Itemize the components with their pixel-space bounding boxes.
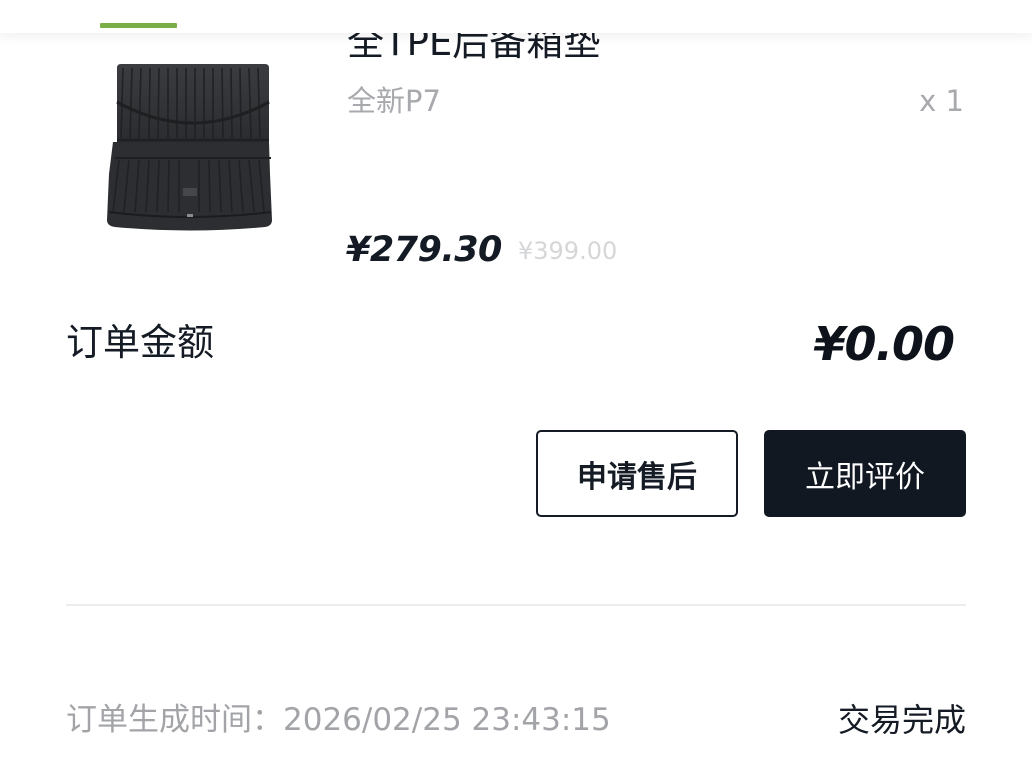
active-tab-indicator	[100, 23, 177, 28]
top-nav-bar	[0, 0, 1032, 33]
product-variant: 全新P7	[347, 84, 441, 118]
trunk-mat-image[interactable]	[105, 62, 273, 232]
order-amount-value: ¥0.00	[813, 317, 955, 371]
order-created-time: 2026/02/25 23:43:15	[283, 702, 611, 738]
order-status: 交易完成	[837, 701, 966, 739]
order-created-label: 订单生成时间：	[66, 702, 283, 738]
product-price: ¥279.30	[346, 230, 502, 270]
product-quantity: x 1	[919, 84, 964, 118]
section-divider	[66, 604, 966, 606]
product-original-price: ¥399.00	[518, 237, 618, 265]
order-created-time-row: 订单生成时间：2026/02/25 23:43:15	[66, 698, 611, 742]
order-amount-label: 订单金额	[66, 321, 214, 364]
apply-after-sale-button[interactable]: 申请售后	[536, 430, 738, 517]
review-now-button[interactable]: 立即评价	[764, 430, 966, 517]
